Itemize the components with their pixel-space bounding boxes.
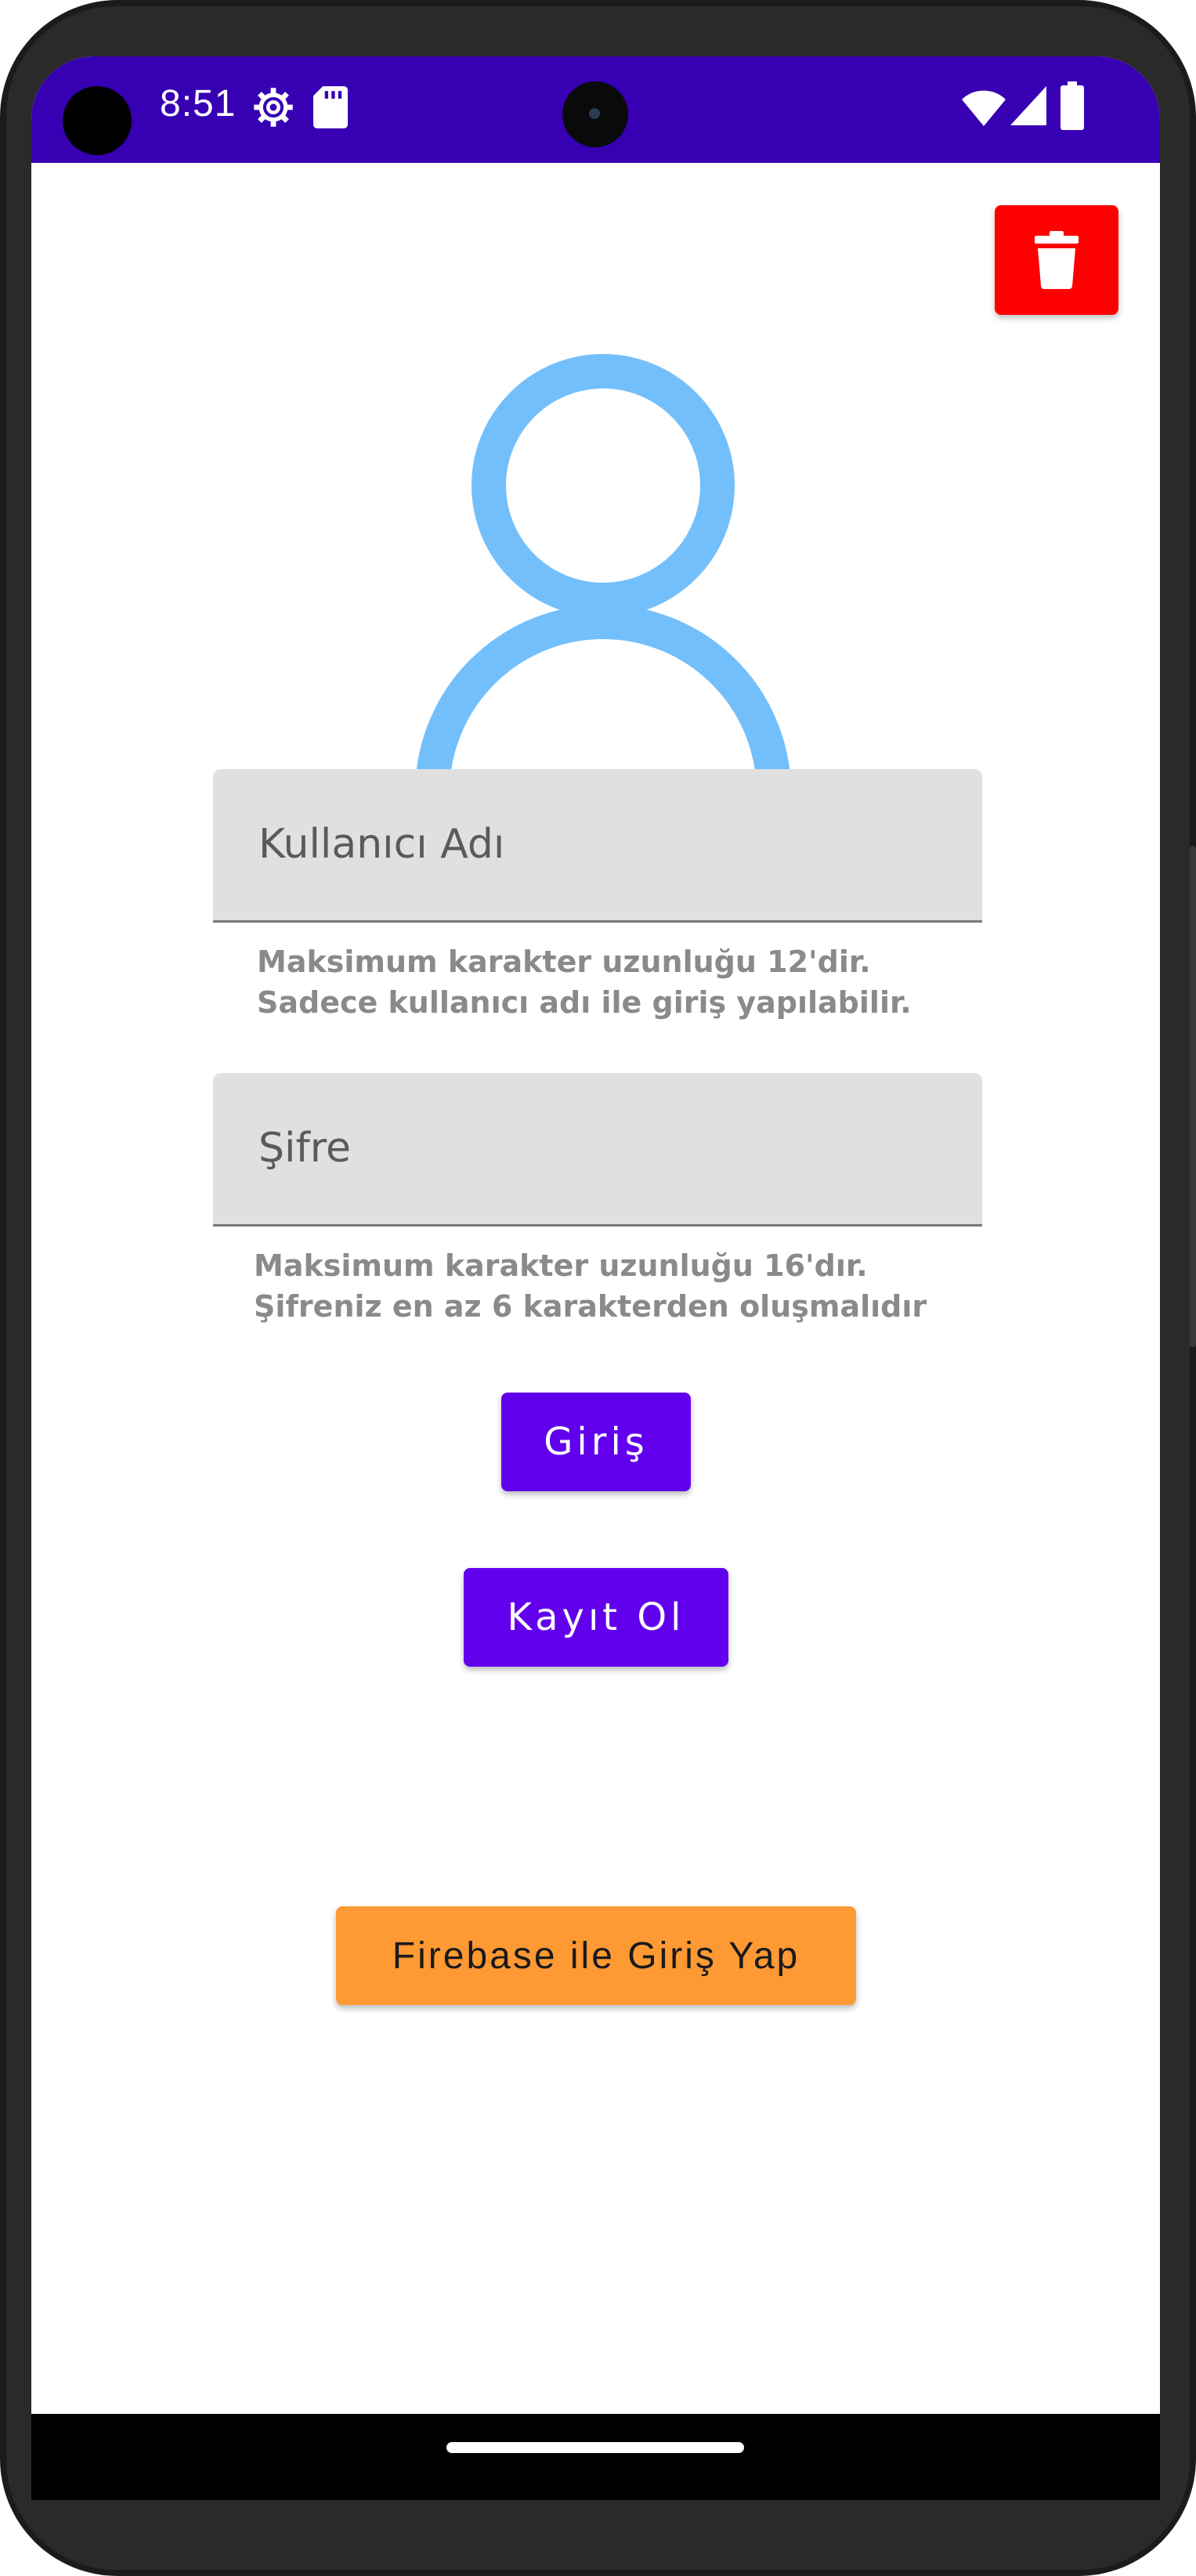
cell-signal-icon [1010,86,1046,125]
sd-card-icon [313,86,348,128]
password-field[interactable] [213,1073,982,1227]
username-field[interactable] [213,769,982,923]
status-time: 8:51 [160,83,237,125]
front-camera [562,81,628,147]
app-screen: 8:51 Kullanıcı Adı Maksimum karakter uzu… [31,56,1160,2500]
username-input[interactable] [257,769,949,919]
password-helper-line-2: Şifreniz en az 6 karakterden oluşmalıdır [254,1289,927,1324]
person-icon [416,354,790,769]
settings-icon [254,88,293,127]
phone-frame: 8:51 Kullanıcı Adı Maksimum karakter uzu… [0,0,1196,2576]
firebase-login-button[interactable]: Firebase ile Giriş Yap [336,1906,856,2005]
username-helper-text: Maksimum karakter uzunluğu 12'dir. Sadec… [257,941,912,1023]
password-helper-line-1: Maksimum karakter uzunluğu 16'dır. [254,1248,868,1283]
wifi-icon [962,90,1006,126]
status-bar: 8:51 [31,56,1160,163]
username-helper-line-1: Maksimum karakter uzunluğu 12'dir. [257,945,871,979]
navigation-bar [31,2414,1160,2500]
battery-icon [1061,81,1084,130]
register-button[interactable]: Kayıt Ol [464,1568,728,1667]
password-helper-text: Maksimum karakter uzunluğu 16'dır. Şifre… [254,1245,927,1327]
volume-button [1190,846,1196,1034]
home-gesture-handle[interactable] [446,2442,744,2453]
password-input[interactable] [257,1073,949,1223]
trash-icon [1035,231,1079,289]
power-button [1190,1018,1196,1347]
delete-button[interactable] [995,205,1118,315]
username-helper-line-2: Sadece kullanıcı adı ile giriş yapılabil… [257,985,912,1020]
login-button[interactable]: Giriş [501,1393,691,1491]
status-bar-cutout [63,86,132,155]
